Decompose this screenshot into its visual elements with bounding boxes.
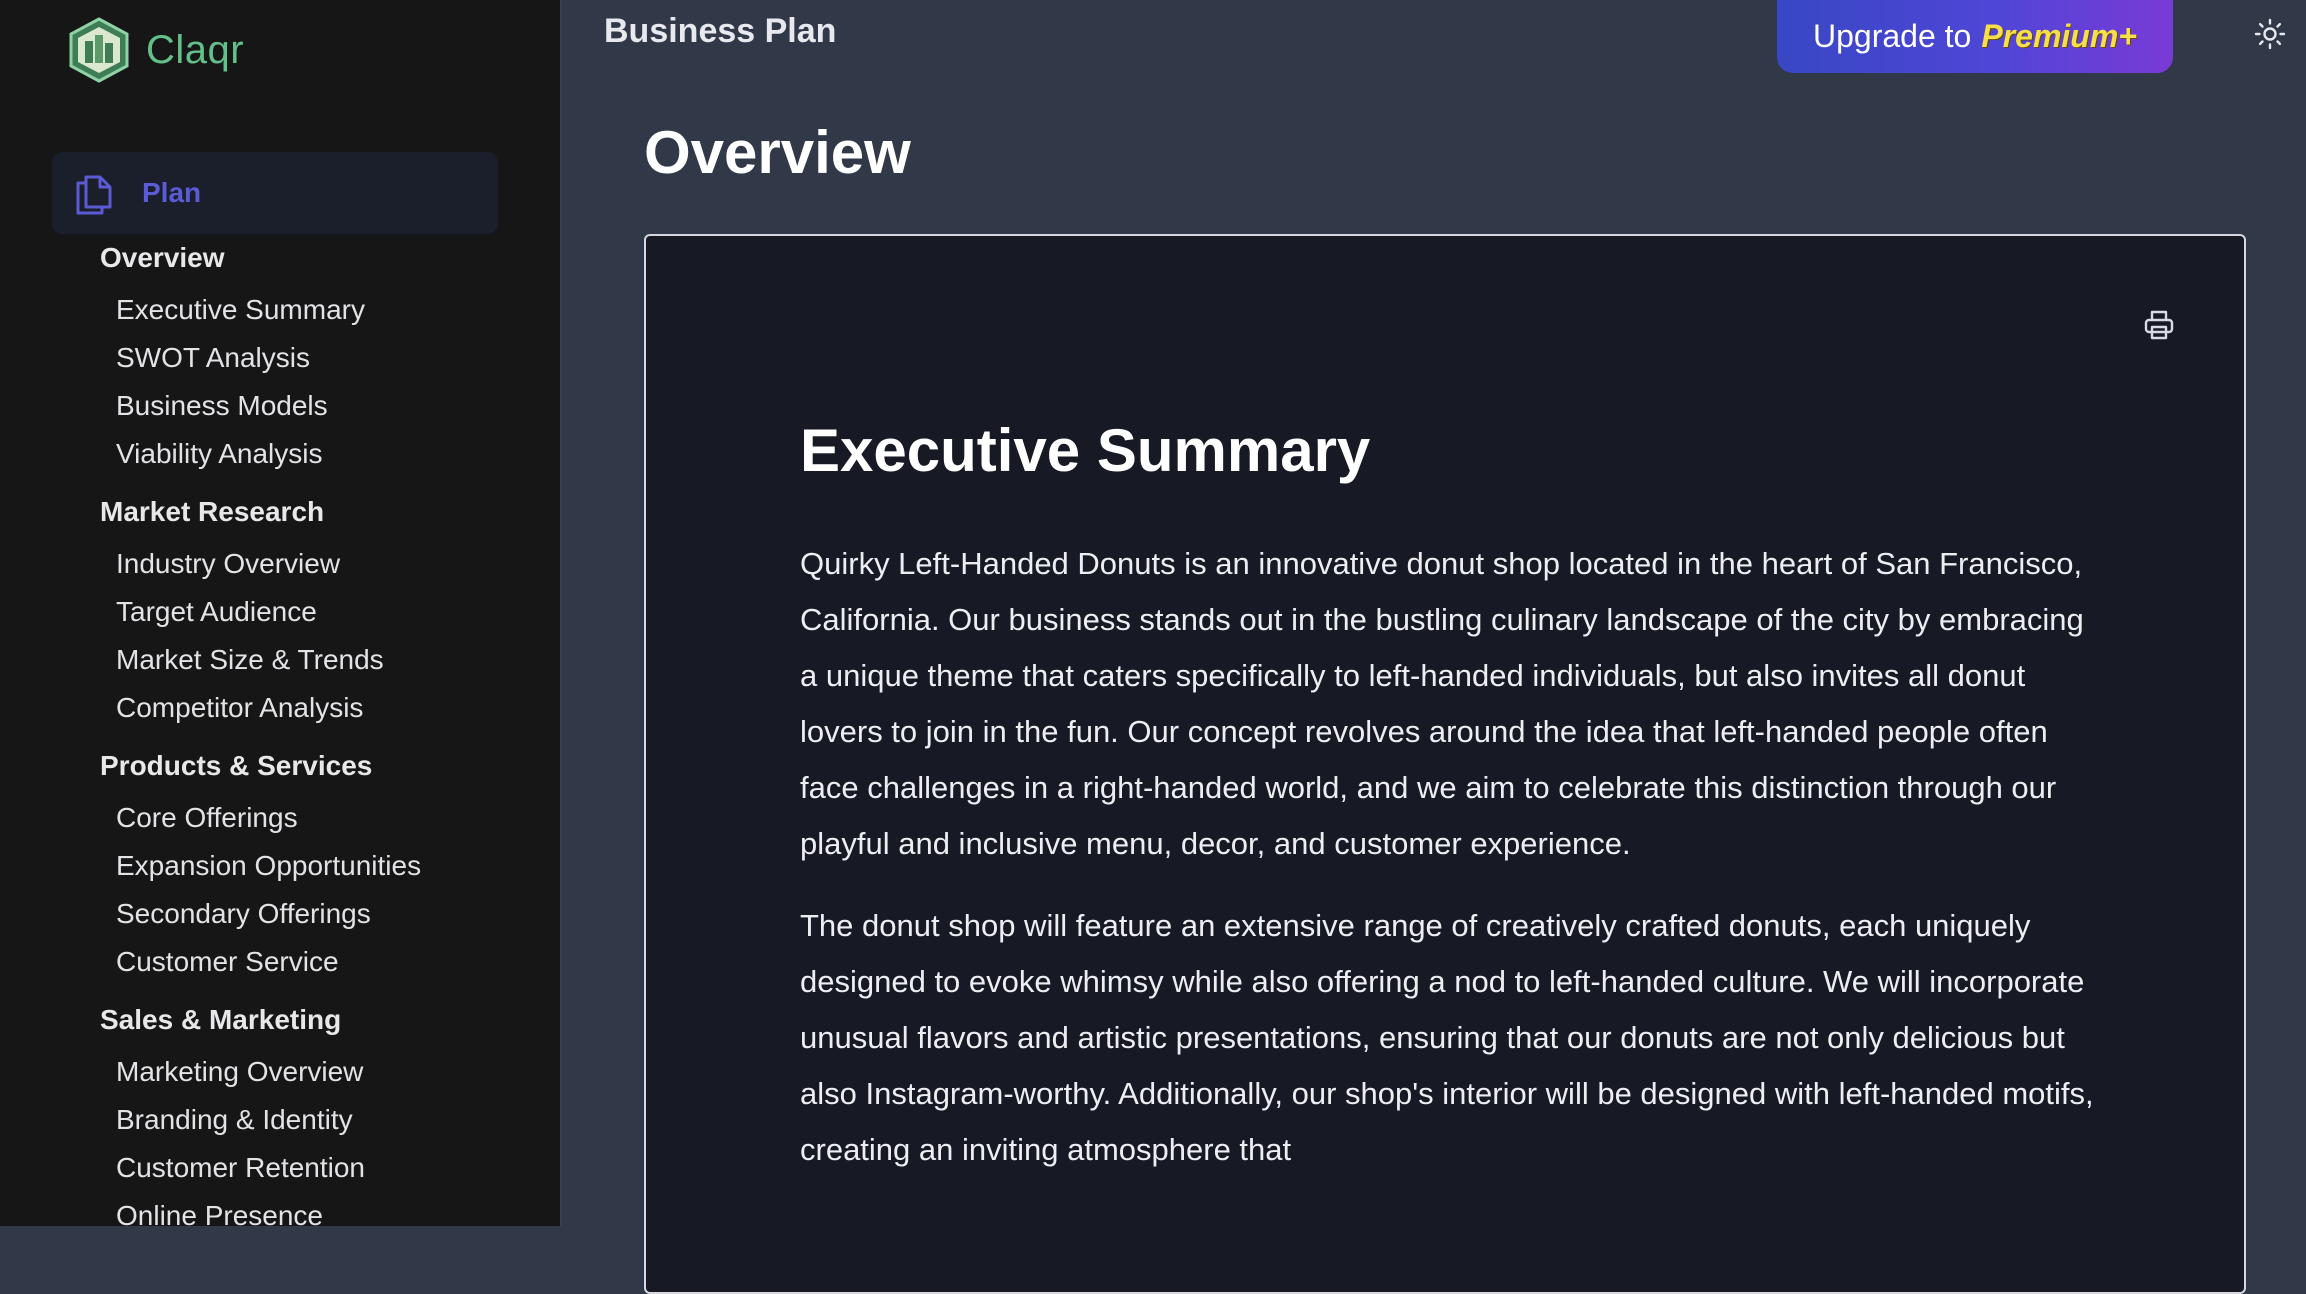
claqr-logo-icon	[69, 17, 129, 83]
printer-icon[interactable]	[2142, 308, 2176, 342]
upgrade-premium-button[interactable]: Upgrade to Premium+	[1777, 0, 2173, 73]
nav-group-market-research: Market Research Industry Overview Target…	[0, 492, 560, 732]
nav-group-overview: Overview Executive Summary SWOT Analysis…	[0, 238, 560, 478]
document-paragraph: Quirky Left-Handed Donuts is an innovati…	[800, 546, 2084, 861]
document-body: Quirky Left-Handed Donuts is an innovati…	[800, 536, 2100, 1204]
nav-heading-market-research[interactable]: Market Research	[0, 492, 560, 540]
document-paragraph: The donut shop will feature an extensive…	[800, 908, 2094, 1167]
nav-link-competitor-analysis[interactable]: Competitor Analysis	[0, 684, 560, 732]
document-card: Executive Summary Quirky Left-Handed Don…	[644, 234, 2246, 1294]
documents-icon	[76, 175, 112, 215]
header-title: Business Plan	[604, 12, 837, 50]
sidebar: Claqr Plan Overview Executive Summary SW…	[0, 0, 562, 1226]
nav-group-products-services: Products & Services Core Offerings Expan…	[0, 746, 560, 986]
nav-link-secondary-offerings[interactable]: Secondary Offerings	[0, 890, 560, 938]
nav-heading-products-services[interactable]: Products & Services	[0, 746, 560, 794]
premium-highlight: Premium+	[1981, 18, 2137, 54]
top-header: Business Plan Upgrade to Premium+	[564, 0, 2306, 76]
sidebar-item-plan-label: Plan	[142, 177, 202, 208]
sidebar-nav: Overview Executive Summary SWOT Analysis…	[0, 238, 560, 1226]
nav-link-viability-analysis[interactable]: Viability Analysis	[0, 430, 560, 478]
nav-link-branding-identity[interactable]: Branding & Identity	[0, 1096, 560, 1144]
brand-name: Claqr	[146, 27, 245, 72]
nav-link-business-models[interactable]: Business Models	[0, 382, 560, 430]
nav-heading-sales-marketing[interactable]: Sales & Marketing	[0, 1000, 560, 1048]
nav-link-swot-analysis[interactable]: SWOT Analysis	[0, 334, 560, 382]
page-title: Overview	[644, 119, 911, 186]
brand[interactable]: Claqr	[66, 16, 244, 84]
nav-link-executive-summary[interactable]: Executive Summary	[0, 286, 560, 334]
nav-link-market-size-trends[interactable]: Market Size & Trends	[0, 636, 560, 684]
nav-link-online-presence[interactable]: Online Presence	[0, 1192, 560, 1226]
sidebar-item-plan[interactable]: Plan	[52, 152, 498, 234]
nav-link-expansion-opportunities[interactable]: Expansion Opportunities	[0, 842, 560, 890]
document-heading: Executive Summary	[800, 417, 1371, 484]
nav-link-target-audience[interactable]: Target Audience	[0, 588, 560, 636]
nav-link-industry-overview[interactable]: Industry Overview	[0, 540, 560, 588]
nav-link-customer-retention[interactable]: Customer Retention	[0, 1144, 560, 1192]
nav-group-sales-marketing: Sales & Marketing Marketing Overview Bra…	[0, 1000, 560, 1226]
upgrade-prefix: Upgrade to	[1813, 18, 1972, 54]
nav-heading-overview[interactable]: Overview	[0, 238, 560, 286]
nav-link-customer-service[interactable]: Customer Service	[0, 938, 560, 986]
sun-icon[interactable]	[2254, 18, 2286, 50]
nav-link-marketing-overview[interactable]: Marketing Overview	[0, 1048, 560, 1096]
nav-link-core-offerings[interactable]: Core Offerings	[0, 794, 560, 842]
